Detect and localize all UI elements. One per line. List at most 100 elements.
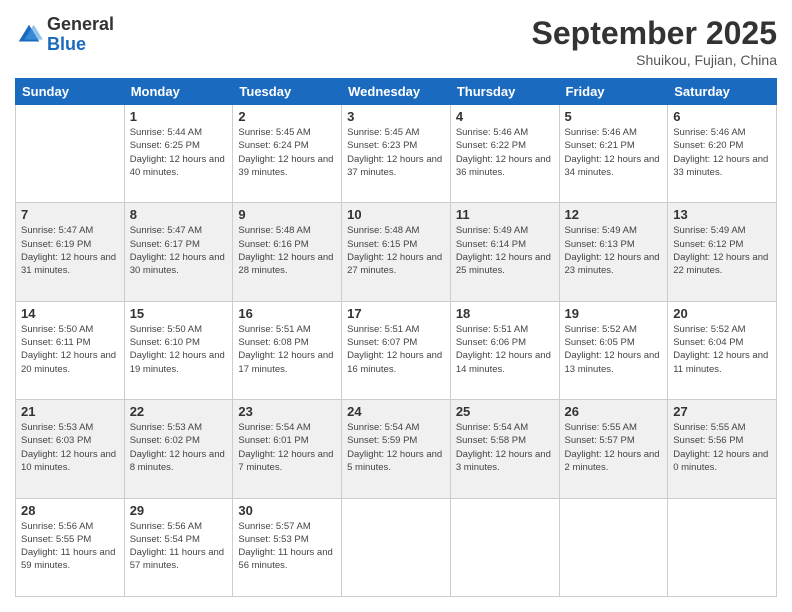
day-info: Sunrise: 5:53 AMSunset: 6:03 PMDaylight:… [21,421,119,474]
day-number: 7 [21,207,119,222]
calendar-cell [668,498,777,596]
day-number: 28 [21,503,119,518]
day-number: 12 [565,207,663,222]
calendar-cell: 23Sunrise: 5:54 AMSunset: 6:01 PMDayligh… [233,400,342,498]
month-title: September 2025 [532,15,777,52]
day-info: Sunrise: 5:55 AMSunset: 5:57 PMDaylight:… [565,421,663,474]
day-info: Sunrise: 5:50 AMSunset: 6:11 PMDaylight:… [21,323,119,376]
day-number: 26 [565,404,663,419]
calendar-cell: 14 Sunrise: 5:50 AMSunset: 6:11 PMDayligh… [16,301,125,399]
day-info: Sunrise: 5:46 AMSunset: 6:21 PMDaylight:… [565,126,663,179]
logo-icon [15,21,43,49]
calendar-header-saturday: Saturday [668,79,777,105]
calendar-cell: 10Sunrise: 5:48 AMSunset: 6:15 PMDayligh… [342,203,451,301]
day-info: Sunrise: 5:54 AMSunset: 5:58 PMDaylight:… [456,421,554,474]
day-info: Sunrise: 5:47 AMSunset: 6:17 PMDaylight:… [130,224,228,277]
day-number: 2 [238,109,336,124]
calendar-header-thursday: Thursday [450,79,559,105]
calendar-cell: 27 Sunrise: 5:55 AMSunset: 5:56 PMDayligh… [668,400,777,498]
calendar-week-row: 21 Sunrise: 5:53 AMSunset: 6:03 PMDayligh… [16,400,777,498]
calendar-cell: 22 Sunrise: 5:53 AMSunset: 6:02 PMDayligh… [124,400,233,498]
day-info: Sunrise: 5:55 AMSunset: 5:56 PMDaylight:… [673,421,771,474]
page: General Blue September 2025 Shuikou, Fuj… [0,0,792,612]
calendar-header-monday: Monday [124,79,233,105]
calendar-header-tuesday: Tuesday [233,79,342,105]
day-number: 14 [21,306,119,321]
day-info: Sunrise: 5:57 AMSunset: 5:53 PMDaylight:… [238,520,336,573]
day-number: 15 [130,306,228,321]
header: General Blue September 2025 Shuikou, Fuj… [15,15,777,68]
calendar-cell: 9 Sunrise: 5:48 AMSunset: 6:16 PMDaylight… [233,203,342,301]
day-info: Sunrise: 5:44 AMSunset: 6:25 PMDaylight:… [130,126,228,179]
calendar-cell: 3 Sunrise: 5:45 AMSunset: 6:23 PMDaylight… [342,105,451,203]
day-number: 13 [673,207,771,222]
calendar-cell: 19 Sunrise: 5:52 AMSunset: 6:05 PMDayligh… [559,301,668,399]
day-number: 10 [347,207,445,222]
day-info: Sunrise: 5:49 AMSunset: 6:14 PMDaylight:… [456,224,554,277]
calendar-week-row: 7 Sunrise: 5:47 AMSunset: 6:19 PMDaylight… [16,203,777,301]
day-info: Sunrise: 5:56 AMSunset: 5:54 PMDaylight:… [130,520,228,573]
day-number: 30 [238,503,336,518]
day-number: 1 [130,109,228,124]
calendar-cell: 29 Sunrise: 5:56 AMSunset: 5:54 PMDayligh… [124,498,233,596]
calendar-cell [450,498,559,596]
day-info: Sunrise: 5:51 AMSunset: 6:07 PMDaylight:… [347,323,445,376]
day-number: 11 [456,207,554,222]
calendar-cell: 11 Sunrise: 5:49 AMSunset: 6:14 PMDayligh… [450,203,559,301]
calendar-cell: 21 Sunrise: 5:53 AMSunset: 6:03 PMDayligh… [16,400,125,498]
calendar-cell: 2 Sunrise: 5:45 AMSunset: 6:24 PMDaylight… [233,105,342,203]
calendar-cell: 17 Sunrise: 5:51 AMSunset: 6:07 PMDayligh… [342,301,451,399]
logo-general: General [47,15,114,35]
day-number: 20 [673,306,771,321]
logo: General Blue [15,15,114,55]
day-info: Sunrise: 5:51 AMSunset: 6:06 PMDaylight:… [456,323,554,376]
day-number: 3 [347,109,445,124]
day-info: Sunrise: 5:48 AMSunset: 6:16 PMDaylight:… [238,224,336,277]
day-number: 16 [238,306,336,321]
calendar-cell: 24Sunrise: 5:54 AMSunset: 5:59 PMDayligh… [342,400,451,498]
day-info: Sunrise: 5:52 AMSunset: 6:05 PMDaylight:… [565,323,663,376]
day-number: 17 [347,306,445,321]
day-info: Sunrise: 5:46 AMSunset: 6:20 PMDaylight:… [673,126,771,179]
day-number: 22 [130,404,228,419]
calendar-cell [16,105,125,203]
day-info: Sunrise: 5:47 AMSunset: 6:19 PMDaylight:… [21,224,119,277]
location-subtitle: Shuikou, Fujian, China [532,52,777,68]
calendar-header-friday: Friday [559,79,668,105]
calendar-week-row: 28 Sunrise: 5:56 AMSunset: 5:55 PMDayligh… [16,498,777,596]
calendar-header-row: SundayMondayTuesdayWednesdayThursdayFrid… [16,79,777,105]
day-info: Sunrise: 5:51 AMSunset: 6:08 PMDaylight:… [238,323,336,376]
day-info: Sunrise: 5:52 AMSunset: 6:04 PMDaylight:… [673,323,771,376]
day-info: Sunrise: 5:50 AMSunset: 6:10 PMDaylight:… [130,323,228,376]
calendar-cell: 28 Sunrise: 5:56 AMSunset: 5:55 PMDayligh… [16,498,125,596]
calendar-week-row: 1 Sunrise: 5:44 AMSunset: 6:25 PMDaylight… [16,105,777,203]
calendar-cell: 26 Sunrise: 5:55 AMSunset: 5:57 PMDayligh… [559,400,668,498]
day-number: 19 [565,306,663,321]
calendar-cell: 6Sunrise: 5:46 AMSunset: 6:20 PMDaylight… [668,105,777,203]
calendar-cell: 13Sunrise: 5:49 AMSunset: 6:12 PMDayligh… [668,203,777,301]
calendar-cell: 15 Sunrise: 5:50 AMSunset: 6:10 PMDayligh… [124,301,233,399]
day-info: Sunrise: 5:45 AMSunset: 6:24 PMDaylight:… [238,126,336,179]
calendar-cell: 7 Sunrise: 5:47 AMSunset: 6:19 PMDaylight… [16,203,125,301]
day-number: 27 [673,404,771,419]
calendar-cell: 25Sunrise: 5:54 AMSunset: 5:58 PMDayligh… [450,400,559,498]
calendar-cell [342,498,451,596]
calendar-header-wednesday: Wednesday [342,79,451,105]
day-info: Sunrise: 5:45 AMSunset: 6:23 PMDaylight:… [347,126,445,179]
day-info: Sunrise: 5:49 AMSunset: 6:13 PMDaylight:… [565,224,663,277]
day-number: 23 [238,404,336,419]
day-number: 5 [565,109,663,124]
logo-text: General Blue [47,15,114,55]
day-number: 29 [130,503,228,518]
day-info: Sunrise: 5:53 AMSunset: 6:02 PMDaylight:… [130,421,228,474]
calendar-cell: 8Sunrise: 5:47 AMSunset: 6:17 PMDaylight… [124,203,233,301]
day-number: 18 [456,306,554,321]
day-number: 21 [21,404,119,419]
day-number: 9 [238,207,336,222]
calendar-week-row: 14 Sunrise: 5:50 AMSunset: 6:11 PMDayligh… [16,301,777,399]
calendar-cell: 30 Sunrise: 5:57 AMSunset: 5:53 PMDayligh… [233,498,342,596]
calendar-table: SundayMondayTuesdayWednesdayThursdayFrid… [15,78,777,597]
calendar-cell: 12 Sunrise: 5:49 AMSunset: 6:13 PMDayligh… [559,203,668,301]
day-info: Sunrise: 5:56 AMSunset: 5:55 PMDaylight:… [21,520,119,573]
logo-blue: Blue [47,35,114,55]
